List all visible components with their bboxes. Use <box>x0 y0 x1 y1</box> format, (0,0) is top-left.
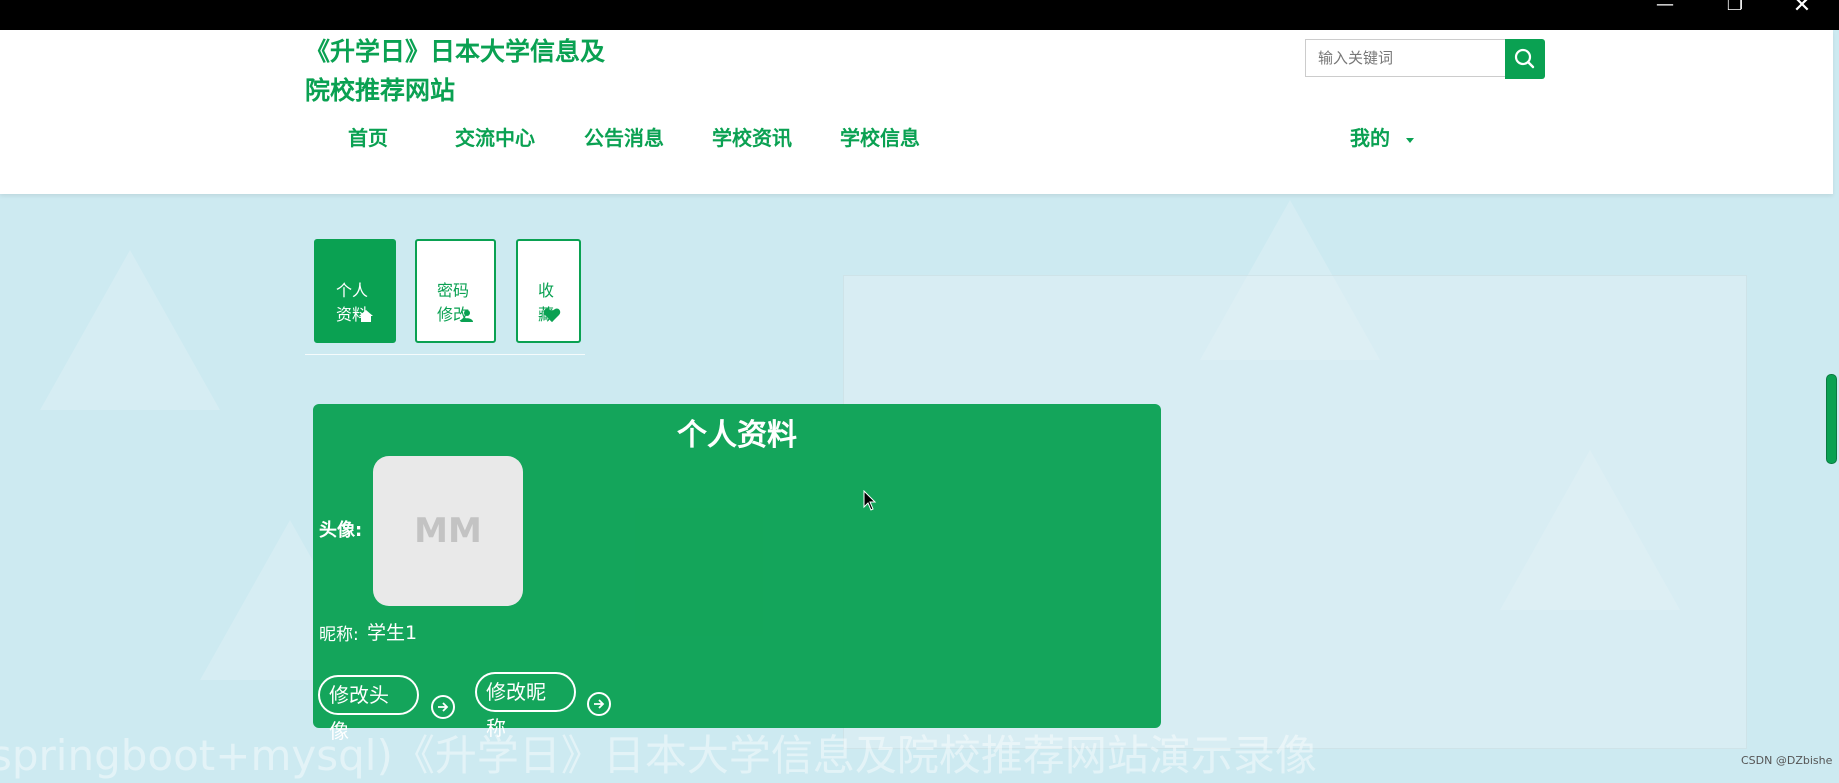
arrow-right-icon[interactable] <box>587 692 611 716</box>
search-input[interactable]: 输入关键词 <box>1305 39 1505 77</box>
minimize-icon[interactable]: — <box>1645 0 1685 30</box>
window-titlebar: — ❐ ✕ <box>0 0 1839 30</box>
search-button[interactable] <box>1505 39 1545 79</box>
user-icon <box>461 310 473 322</box>
chevron-down-icon <box>1406 138 1414 143</box>
nav-home[interactable]: 首页 <box>348 122 388 151</box>
mouse-cursor-icon <box>863 490 877 511</box>
nav-school-news[interactable]: 学校资讯 <box>712 122 792 151</box>
close-icon[interactable]: ✕ <box>1782 0 1822 30</box>
tab-profile[interactable]: 个人 资料 <box>314 239 396 343</box>
footer-credit: CSDN @DZbishe <box>1741 754 1833 767</box>
nickname-label: 昵称: <box>319 625 359 645</box>
tab-favorites[interactable]: 收 藏 <box>516 239 581 343</box>
video-watermark: springboot+mysql)《升学日》日本大学信息及院校推荐网站演示录像 <box>0 731 1317 780</box>
nav-school-info[interactable]: 学校信息 <box>840 122 920 151</box>
arrow-right-icon[interactable] <box>431 695 455 719</box>
site-header: 《升学日》日本大学信息及院校推荐网站 输入关键词 首页 交流中心 公告消息 学校… <box>0 30 1833 194</box>
nav-my-menu[interactable]: 我的 <box>1350 122 1390 151</box>
profile-panel: 个人资料 头像: MM 昵称: 学生1 修改头像 修改昵称 <box>313 404 1161 743</box>
maximize-icon[interactable]: ❐ <box>1715 0 1755 30</box>
home-icon <box>359 310 373 322</box>
nickname-value: 学生1 <box>367 622 418 644</box>
nav-announcements[interactable]: 公告消息 <box>584 122 664 151</box>
avatar-label: 头像: <box>319 520 363 541</box>
change-avatar-button[interactable]: 修改头像 <box>318 675 419 743</box>
search-icon <box>1514 48 1535 69</box>
nav-forum[interactable]: 交流中心 <box>455 122 535 151</box>
tab-change-password[interactable]: 密码 修改 <box>415 239 496 343</box>
tab-divider <box>305 354 585 355</box>
avatar: MM <box>373 456 523 606</box>
scrollbar-thumb[interactable] <box>1826 374 1837 464</box>
site-title[interactable]: 《升学日》日本大学信息及院校推荐网站 <box>305 32 625 110</box>
background-triangle <box>40 250 220 410</box>
panel-title: 个人资料 <box>677 418 797 453</box>
heart-icon <box>543 308 561 322</box>
change-nickname-button[interactable]: 修改昵称 <box>475 672 576 740</box>
